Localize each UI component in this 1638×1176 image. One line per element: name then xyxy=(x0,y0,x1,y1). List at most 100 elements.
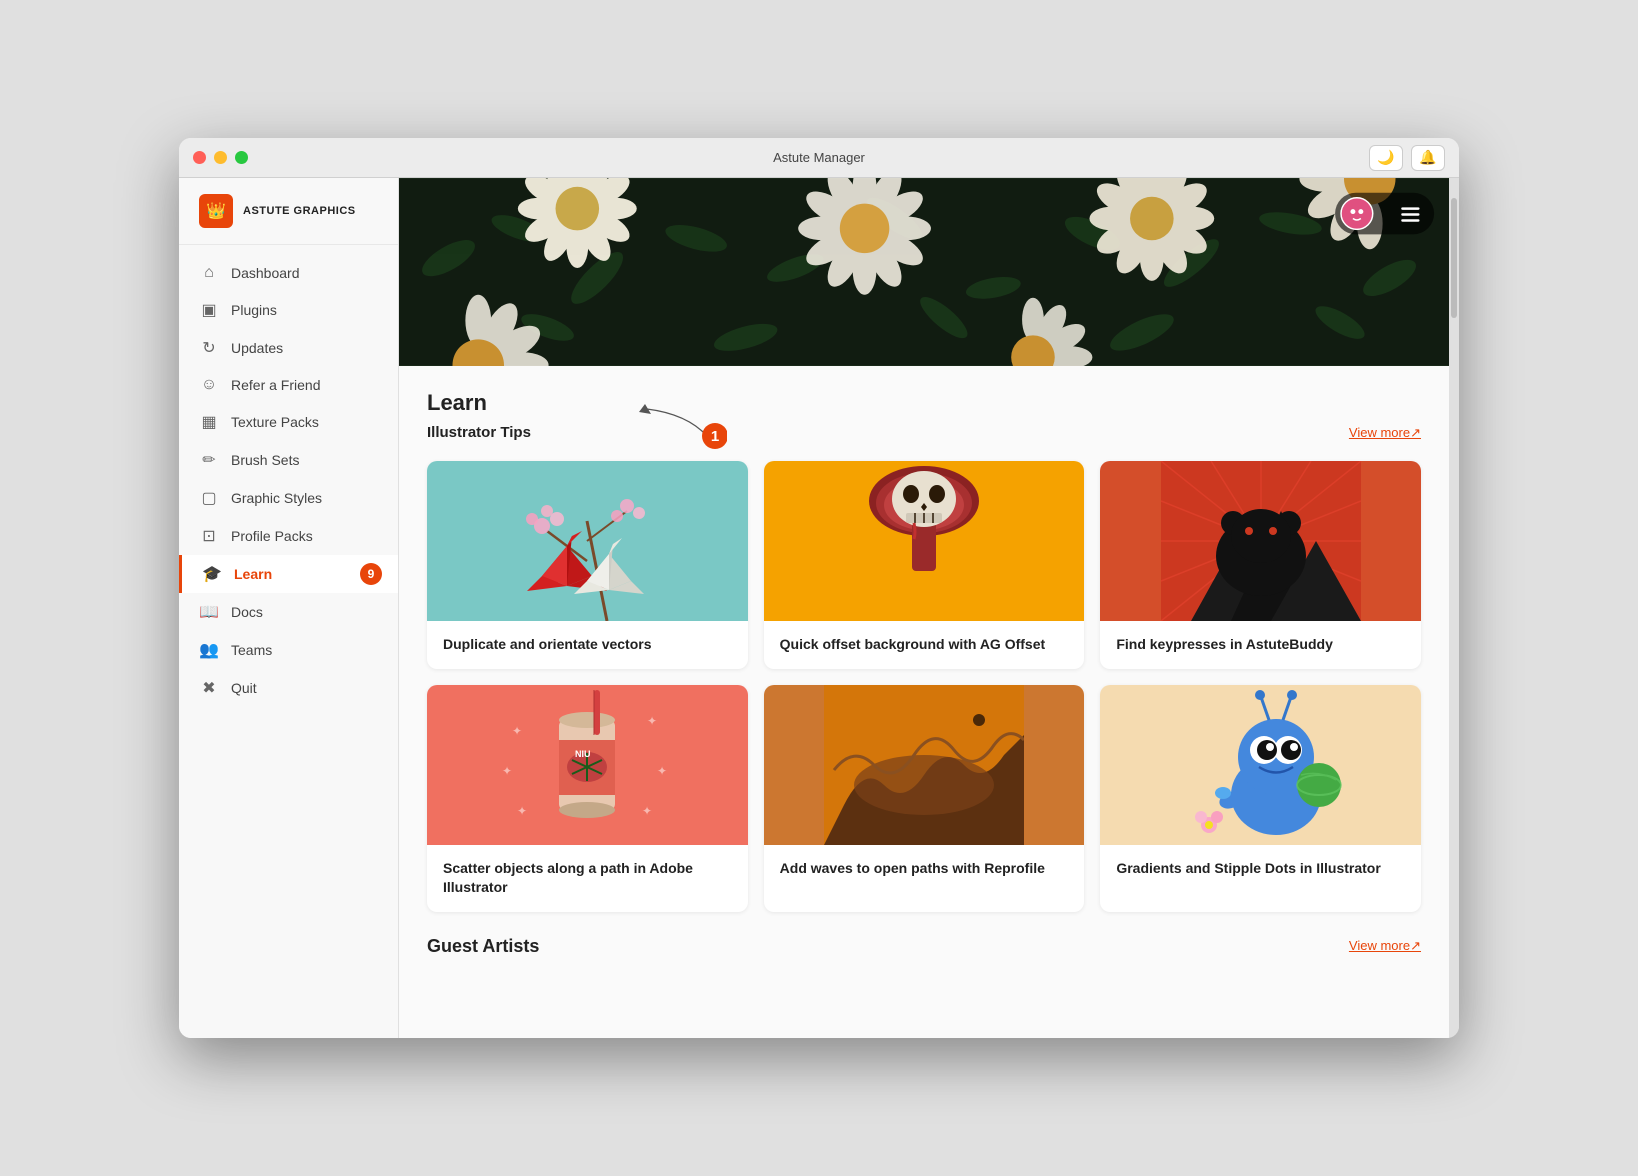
card-duplicate-vectors[interactable]: Duplicate and orientate vectors xyxy=(427,461,748,669)
logo-area: 👑 ASTUTE GRAPHICS xyxy=(179,178,398,245)
learn-icon: 🎓 xyxy=(202,564,222,584)
svg-text:NIU: NIU xyxy=(575,749,591,759)
sidebar-item-profile-packs[interactable]: ⊡ Profile Packs xyxy=(179,517,398,555)
card-2-thumbnail xyxy=(764,461,1085,621)
profile-packs-icon: ⊡ xyxy=(199,526,219,546)
app-body: 👑 ASTUTE GRAPHICS ⌂ Dashboard ▣ Plugins … xyxy=(179,178,1459,1038)
sidebar-label-teams: Teams xyxy=(231,642,272,658)
traffic-lights xyxy=(193,151,248,164)
card-1-title: Duplicate and orientate vectors xyxy=(443,635,732,655)
sidebar-label-plugins: Plugins xyxy=(231,302,277,318)
sidebar-item-refer[interactable]: ☺ Refer a Friend xyxy=(179,367,398,403)
scrollbar-thumb[interactable] xyxy=(1451,198,1457,318)
graphic-styles-icon: ▢ xyxy=(199,488,219,508)
skull-illustration xyxy=(824,461,1024,621)
svg-text:✦: ✦ xyxy=(502,764,512,778)
cards-grid: Duplicate and orientate vectors xyxy=(427,461,1421,912)
sidebar-label-graphic-styles: Graphic Styles xyxy=(231,490,322,506)
logo-icon: 👑 xyxy=(199,194,233,228)
card-6-thumbnail xyxy=(1100,685,1421,845)
sidebar-item-graphic-styles[interactable]: ▢ Graphic Styles xyxy=(179,479,398,517)
notification-icon: 🔔 xyxy=(1419,149,1436,166)
card-offset-background[interactable]: Quick offset background with AG Offset xyxy=(764,461,1085,669)
quit-icon: ✖ xyxy=(199,678,219,698)
hero-banner-svg xyxy=(399,178,1449,366)
plugins-icon: ▣ xyxy=(199,300,219,320)
sidebar: 👑 ASTUTE GRAPHICS ⌂ Dashboard ▣ Plugins … xyxy=(179,178,399,1038)
docs-icon: 📖 xyxy=(199,602,219,622)
title-bar-actions: 🌙 🔔 xyxy=(1369,145,1445,171)
notification-button[interactable]: 🔔 xyxy=(1411,145,1445,171)
brush-sets-icon: ✏ xyxy=(199,450,219,470)
card-3-thumbnail xyxy=(1100,461,1421,621)
sidebar-label-dashboard: Dashboard xyxy=(231,265,300,281)
sidebar-item-teams[interactable]: 👥 Teams xyxy=(179,631,398,669)
sidebar-label-docs: Docs xyxy=(231,604,263,620)
sidebar-item-quit[interactable]: ✖ Quit xyxy=(179,669,398,707)
main-content: Learn Illustrator Tips 1 View xyxy=(399,178,1449,1038)
scrollbar[interactable] xyxy=(1449,178,1459,1038)
card-3-body: Find keypresses in AstuteBuddy xyxy=(1100,621,1421,669)
window-title: Astute Manager xyxy=(773,150,865,165)
card-4-thumbnail: ✦ ✦ ✦ ✦ ✦ ✦ xyxy=(427,685,748,845)
card-gradients-stipple[interactable]: Gradients and Stipple Dots in Illustrato… xyxy=(1100,685,1421,912)
card-3-title: Find keypresses in AstuteBuddy xyxy=(1116,635,1405,655)
card-scatter-objects[interactable]: ✦ ✦ ✦ ✦ ✦ ✦ xyxy=(427,685,748,912)
learn-badge: 9 xyxy=(360,563,382,585)
sidebar-label-quit: Quit xyxy=(231,680,257,696)
view-more-link[interactable]: View more↗ xyxy=(1349,425,1421,441)
maximize-button[interactable] xyxy=(235,151,248,164)
hero-banner xyxy=(399,178,1449,366)
title-bar: Astute Manager 🌙 🔔 xyxy=(179,138,1459,178)
card-waves-paths[interactable]: Add waves to open paths with Reprofile xyxy=(764,685,1085,912)
sidebar-item-updates[interactable]: ↻ Updates xyxy=(179,329,398,367)
sidebar-item-docs[interactable]: 📖 Docs xyxy=(179,593,398,631)
svg-text:✦: ✦ xyxy=(517,804,527,818)
teams-icon: 👥 xyxy=(199,640,219,660)
app-window: Astute Manager 🌙 🔔 👑 ASTUTE GRAPHICS ⌂ D xyxy=(179,138,1459,1038)
guest-artists-header: Guest Artists View more↗ xyxy=(427,936,1421,957)
darkmode-icon: 🌙 xyxy=(1377,149,1394,166)
sidebar-label-texture-packs: Texture Packs xyxy=(231,414,319,430)
subsection-title-area: Illustrator Tips 1 xyxy=(427,424,531,441)
content-area: Learn Illustrator Tips 1 View xyxy=(399,366,1449,1038)
sidebar-item-texture-packs[interactable]: ▦ Texture Packs xyxy=(179,403,398,441)
card-1-body: Duplicate and orientate vectors xyxy=(427,621,748,669)
crown-icon: 👑 xyxy=(206,201,226,221)
card-4-title: Scatter objects along a path in Adobe Il… xyxy=(443,859,732,898)
card-2-title: Quick offset background with AG Offset xyxy=(780,635,1069,655)
guest-artists-view-more[interactable]: View more↗ xyxy=(1349,938,1421,954)
card-2-body: Quick offset background with AG Offset xyxy=(764,621,1085,669)
svg-text:✦: ✦ xyxy=(647,714,657,728)
card-6-title: Gradients and Stipple Dots in Illustrato… xyxy=(1116,859,1405,879)
sidebar-label-brush-sets: Brush Sets xyxy=(231,452,299,468)
sidebar-label-learn: Learn xyxy=(234,566,272,582)
card-5-title: Add waves to open paths with Reprofile xyxy=(780,859,1069,879)
monster-illustration xyxy=(1161,685,1361,845)
sidebar-item-plugins[interactable]: ▣ Plugins xyxy=(179,291,398,329)
guest-artists-title: Guest Artists xyxy=(427,936,539,957)
subsection-label: Illustrator Tips xyxy=(427,424,531,441)
annotation-arrow-svg: 1 xyxy=(567,394,727,449)
svg-text:✦: ✦ xyxy=(512,724,522,738)
sidebar-label-refer: Refer a Friend xyxy=(231,377,320,393)
updates-icon: ↻ xyxy=(199,338,219,358)
sidebar-item-learn[interactable]: 🎓 Learn 9 xyxy=(179,555,398,593)
sidebar-item-dashboard[interactable]: ⌂ Dashboard xyxy=(179,255,398,291)
home-icon: ⌂ xyxy=(199,264,219,282)
svg-text:✦: ✦ xyxy=(657,764,667,778)
darkmode-button[interactable]: 🌙 xyxy=(1369,145,1403,171)
refer-icon: ☺ xyxy=(199,376,219,394)
card-5-thumbnail xyxy=(764,685,1085,845)
card-keypresses[interactable]: Find keypresses in AstuteBuddy xyxy=(1100,461,1421,669)
svg-text:✦: ✦ xyxy=(642,804,652,818)
section-title: Learn xyxy=(427,390,487,416)
crane-illustration xyxy=(487,461,687,621)
card-6-body: Gradients and Stipple Dots in Illustrato… xyxy=(1100,845,1421,893)
close-button[interactable] xyxy=(193,151,206,164)
cookie-illustration xyxy=(824,685,1024,845)
sidebar-item-brush-sets[interactable]: ✏ Brush Sets xyxy=(179,441,398,479)
sidebar-label-updates: Updates xyxy=(231,340,283,356)
minimize-button[interactable] xyxy=(214,151,227,164)
card-5-body: Add waves to open paths with Reprofile xyxy=(764,845,1085,893)
